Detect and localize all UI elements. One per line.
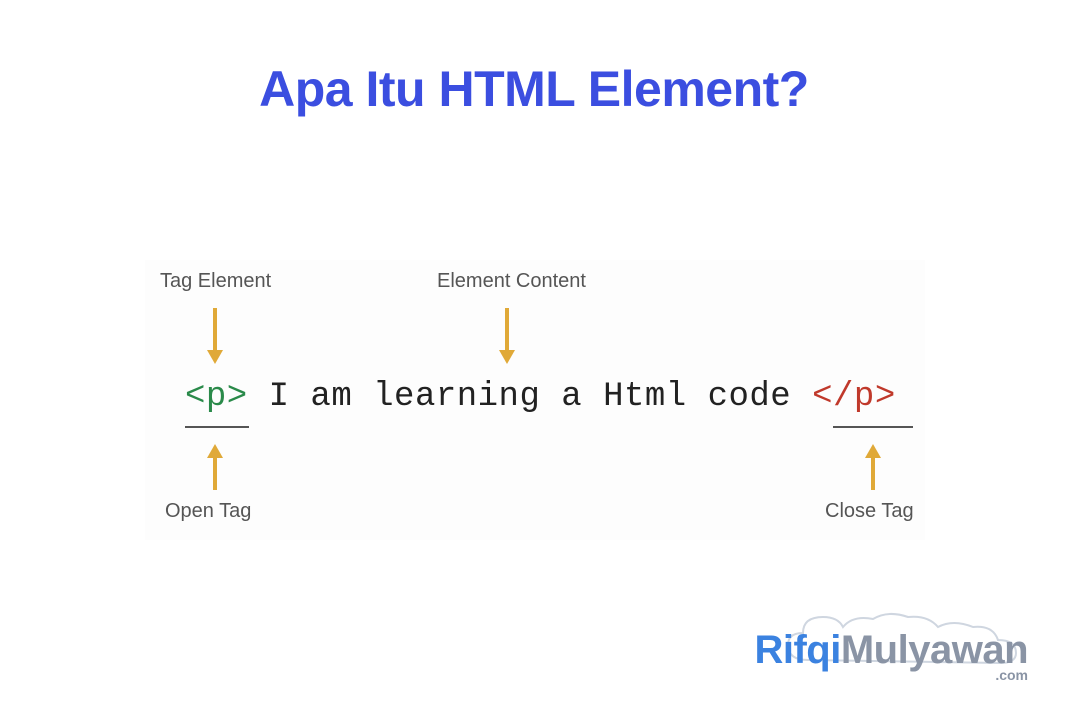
open-tag-text: <p> — [185, 378, 248, 416]
label-open-tag: Open Tag — [165, 500, 251, 523]
arrow-down-icon — [497, 308, 517, 364]
arrow-up-icon — [205, 444, 225, 490]
arrow-up-icon — [863, 444, 883, 490]
label-tag-element: Tag Element — [160, 270, 271, 293]
watermark: RifqiMulyawan .com — [754, 628, 1028, 683]
watermark-part1: Rifqi — [754, 628, 840, 672]
close-tag-text: </p> — [812, 378, 896, 416]
underline-close-tag — [833, 426, 913, 428]
arrow-down-icon — [205, 308, 225, 364]
code-line: <p> I am learning a Html code </p> — [185, 378, 896, 416]
underline-open-tag — [185, 426, 249, 428]
label-close-tag: Close Tag — [825, 500, 914, 523]
watermark-part2: Mulyawan — [841, 628, 1028, 672]
html-element-diagram: Tag Element Element Content Open Tag Clo… — [145, 260, 925, 540]
label-element-content: Element Content — [437, 270, 586, 293]
page-title: Apa Itu HTML Element? — [0, 60, 1068, 118]
content-text: I am learning a Html code — [248, 378, 812, 416]
